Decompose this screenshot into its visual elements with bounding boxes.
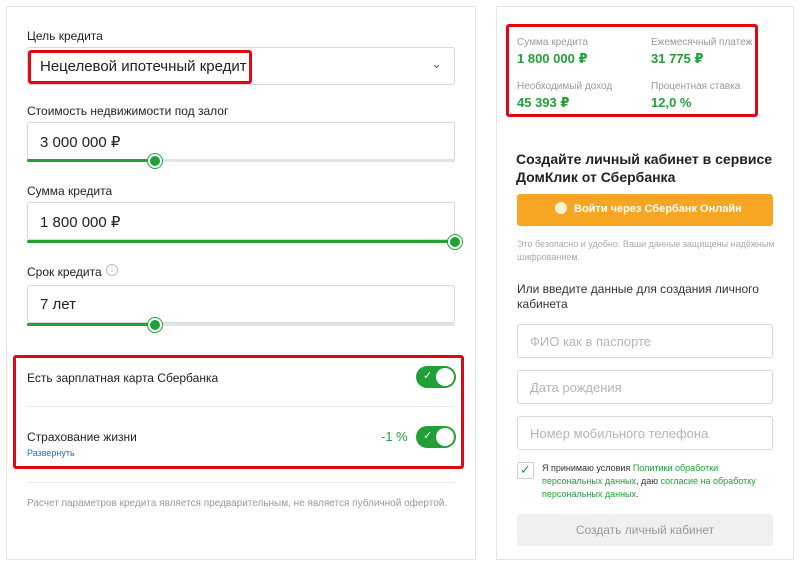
disclaimer-divider bbox=[27, 482, 455, 483]
term-slider-fill bbox=[27, 323, 155, 326]
property-value: 3 000 000 ₽ bbox=[40, 134, 121, 151]
fio-input[interactable] bbox=[518, 325, 772, 357]
amount-slider-handle[interactable] bbox=[448, 235, 462, 249]
disclaimer-text: Расчет параметров кредита является предв… bbox=[27, 498, 448, 509]
property-label: Стоимость недвижимости под залог bbox=[27, 104, 229, 118]
purpose-label: Цель кредита bbox=[27, 29, 103, 43]
term-slider-handle[interactable] bbox=[148, 318, 162, 332]
sberbank-logo-icon bbox=[555, 202, 567, 214]
term-input[interactable]: 7 лет bbox=[27, 285, 455, 323]
check-icon: ✓ bbox=[423, 430, 433, 442]
check-icon: ✓ bbox=[423, 370, 433, 382]
salary-card-label: Есть зарплатная карта Сбербанка bbox=[27, 371, 219, 385]
create-account-button[interactable]: Создать личный кабинет bbox=[517, 514, 773, 546]
signup-title: Создайте личный кабинет в сервисе ДомКли… bbox=[516, 151, 773, 185]
options-divider bbox=[27, 406, 455, 407]
purpose-select[interactable]: Нецелевой ипотечный кредит ⌄ bbox=[27, 47, 455, 85]
property-slider-handle[interactable] bbox=[148, 154, 162, 168]
phone-field[interactable] bbox=[517, 416, 773, 450]
summary-rate-value: 12,0 % bbox=[651, 95, 692, 110]
summary-income-value: 45 393 ₽ bbox=[517, 95, 570, 110]
amount-input[interactable]: 1 800 000 ₽ bbox=[27, 202, 455, 240]
birth-date-field[interactable] bbox=[517, 370, 773, 404]
term-value: 7 лет bbox=[40, 296, 76, 313]
insurance-discount: -1 % bbox=[381, 429, 408, 444]
sber-online-button-label: Войти через Сбербанк Онлайн bbox=[574, 203, 742, 215]
phone-input[interactable] bbox=[518, 417, 772, 449]
expand-link[interactable]: Развернуть bbox=[27, 448, 75, 458]
fio-field[interactable] bbox=[517, 324, 773, 358]
summary-amount-value: 1 800 000 ₽ bbox=[517, 51, 588, 66]
create-account-button-label: Создать личный кабинет bbox=[575, 523, 715, 537]
summary-amount-label: Сумма кредита bbox=[517, 37, 588, 48]
consent-checkbox[interactable]: ✓ bbox=[517, 462, 534, 479]
check-icon: ✓ bbox=[520, 462, 531, 477]
amount-value: 1 800 000 ₽ bbox=[40, 214, 121, 231]
summary-payment-value: 31 775 ₽ bbox=[651, 51, 704, 66]
summary-payment-label: Ежемесячный платеж bbox=[651, 37, 753, 48]
insurance-label: Страхование жизни bbox=[27, 430, 137, 444]
term-label: Срок кредита bbox=[27, 265, 102, 279]
info-icon[interactable]: i bbox=[106, 264, 118, 276]
amount-label: Сумма кредита bbox=[27, 184, 113, 198]
sber-online-button[interactable]: Войти через Сбербанк Онлайн bbox=[517, 194, 773, 226]
calculator-card bbox=[6, 6, 476, 560]
property-input[interactable]: 3 000 000 ₽ bbox=[27, 122, 455, 160]
summary-income-label: Необходимый доход bbox=[517, 81, 613, 92]
secure-note: Это безопасно и удобно. Ваши данные защи… bbox=[517, 239, 775, 262]
consent-text: Я принимаю условия Политики обработки пе… bbox=[542, 463, 756, 499]
insurance-toggle[interactable]: ✓ bbox=[416, 426, 456, 448]
salary-card-toggle[interactable]: ✓ bbox=[416, 366, 456, 388]
purpose-value: Нецелевой ипотечный кредит bbox=[40, 58, 247, 75]
chevron-down-icon: ⌄ bbox=[431, 56, 442, 71]
amount-slider-fill bbox=[27, 240, 455, 243]
or-text: Или введите данные для создания личного … bbox=[517, 282, 759, 311]
birth-date-input[interactable] bbox=[518, 371, 772, 403]
property-slider-fill bbox=[27, 159, 155, 162]
summary-rate-label: Процентная ставка bbox=[651, 81, 741, 92]
